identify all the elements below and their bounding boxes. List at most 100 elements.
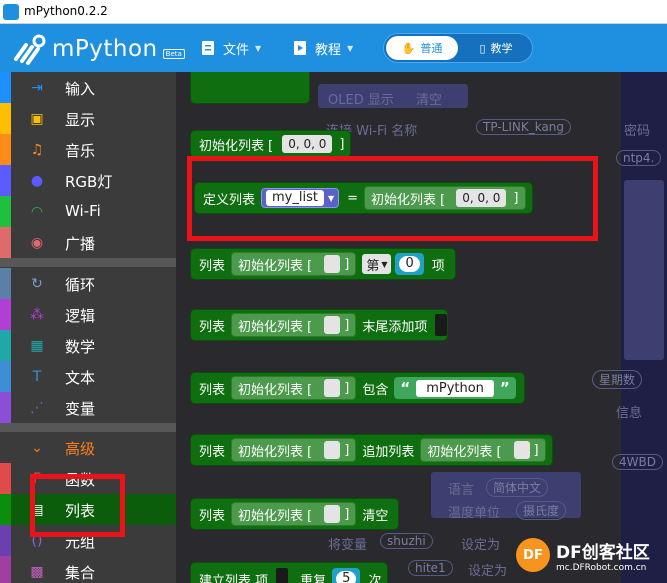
list-append-block[interactable]: 列表 初始化列表 [ ] 末尾添加项 [190, 309, 449, 341]
book-icon: ▯ [479, 41, 486, 55]
repeat-label: 重复 [300, 573, 327, 583]
inner-init-list-label: 初始化列表 [ [427, 444, 502, 460]
category-label: 数学 [65, 338, 96, 356]
inner-init-list-label: 初始化列表 [ [238, 508, 313, 524]
blockly-workspace[interactable]: OLED 显示 清空 连接 Wi-Fi 名称 TP-LINK_kang 密码 n… [176, 72, 667, 583]
init-list-label: 初始化列表 [ [199, 138, 274, 154]
close-bracket: ] [339, 136, 345, 152]
repeat-number-value[interactable]: 5 [336, 571, 357, 583]
bg-oled-clear: 清空 [416, 93, 443, 108]
category-set[interactable]: ▩ 集合 [0, 556, 176, 583]
category-label: 变量 [65, 400, 96, 418]
close-bracket: ] [344, 256, 350, 272]
build-list-block[interactable]: 建立列表 项 重复 5 次 [190, 562, 389, 583]
list-contains-block[interactable]: 列表 初始化列表 [ ] 包含 “ mPython ” [190, 372, 525, 404]
init-list-inner-block[interactable]: 初始化列表 [ ] [231, 252, 357, 276]
list-label: 列表 [199, 508, 226, 524]
math-icon: ▦ [30, 337, 44, 354]
highlight-box-list-category [30, 474, 125, 537]
category-color-strip [0, 463, 11, 494]
list-clear-block[interactable]: 列表 初始化列表 [ ] 清空 [190, 498, 400, 530]
file-menu[interactable]: 文件 ▼ [201, 37, 261, 59]
mode-teach-button[interactable]: ▯ 教学 [462, 36, 530, 60]
category-color-strip [0, 494, 11, 525]
category-music[interactable]: ♫ 音乐 [0, 134, 176, 165]
close-bracket: ] [344, 380, 350, 396]
app-icon [3, 4, 19, 20]
init-list-inner-block[interactable]: 初始化列表 [ ] [231, 438, 357, 462]
close-bracket: ] [344, 442, 350, 458]
repeat-number-block[interactable]: 5 [332, 568, 361, 583]
beta-badge: Beta [162, 49, 185, 59]
file-caret-icon: ▼ [255, 43, 262, 53]
dropdown-caret-icon: ▼ [381, 259, 388, 269]
category-broadcast[interactable]: ◉ 广播 [0, 227, 176, 258]
close-bracket: ] [533, 442, 539, 458]
category-input[interactable]: ⇥ 输入 [0, 72, 176, 103]
empty-values-field[interactable] [324, 441, 341, 459]
category-display[interactable]: ▣ 显示 [0, 103, 176, 134]
clear-label: 清空 [362, 508, 389, 524]
mode-toggle[interactable]: ✋ 普通 ▯ 教学 [383, 33, 533, 63]
init-list-inner-block[interactable]: 初始化列表 [ ] [231, 502, 357, 526]
empty-values-field[interactable] [513, 441, 530, 459]
list-label: 列表 [199, 444, 226, 460]
mode-normal-button[interactable]: ✋ 普通 [386, 36, 458, 60]
bg-weather-block [624, 180, 664, 360]
index-dropdown[interactable]: 第 ▼ [362, 254, 392, 274]
bg-assign-var: shuzhi [380, 533, 433, 549]
inner-init-list-label: 初始化列表 [ [238, 319, 313, 335]
string-block[interactable]: “ mPython ” [394, 377, 516, 399]
broadcast-icon: ◉ [30, 234, 44, 251]
mode-teach-label: 教学 [490, 42, 513, 55]
chevron-down-icon: ⌄ [31, 439, 43, 456]
category-label: RGB灯 [65, 173, 113, 191]
init-list-block[interactable]: 初始化列表 [ 0, 0, 0 ] [190, 130, 352, 158]
init-list-inner-block[interactable]: 初始化列表 [ ] [231, 376, 357, 400]
category-text[interactable]: T 文本 [0, 361, 176, 392]
bg-assign-to-2: 设定为 [468, 564, 508, 579]
category-logic[interactable]: ⁂ 逻辑 [0, 299, 176, 330]
empty-values-field[interactable] [324, 505, 341, 523]
item-label: 项 [431, 258, 445, 274]
list-get-item-block[interactable]: 列表 初始化列表 [ ] 第 ▼ 0 项 [190, 248, 456, 280]
watermark-sub: mc.DFRobot.com.cn [556, 562, 647, 573]
init-list-inner-block-2[interactable]: 初始化列表 [ ] [420, 438, 546, 462]
category-variable[interactable]: ⋰ 变量 [0, 392, 176, 423]
category-math[interactable]: ▦ 数学 [0, 330, 176, 361]
mode-normal-label: 普通 [420, 42, 443, 55]
build-list-label: 建立列表 项 [199, 573, 269, 583]
partial-block[interactable] [190, 72, 310, 104]
category-label: 高级 [65, 440, 96, 458]
logo-text: mPython [52, 36, 158, 62]
category-label: 输入 [65, 80, 96, 98]
empty-values-field[interactable] [324, 255, 341, 273]
category-wifi[interactable]: ◠ Wi-Fi [0, 196, 176, 227]
category-label: 音乐 [65, 142, 96, 160]
close-bracket: ] [344, 317, 350, 333]
text-icon: T [32, 368, 42, 385]
tutorial-menu[interactable]: 教程 ▼ [293, 37, 353, 59]
string-value[interactable]: mPython [416, 379, 494, 397]
index-number-block[interactable]: 0 [395, 253, 424, 275]
tutorial-menu-label: 教程 [315, 42, 342, 58]
list-label: 列表 [199, 258, 226, 274]
empty-values-field[interactable] [324, 316, 341, 334]
list-extend-block[interactable]: 列表 初始化列表 [ ] 追加列表 初始化列表 [ ] [190, 434, 553, 466]
highlight-box-define-list [187, 156, 598, 241]
category-advanced[interactable]: ⌄ 高级 [0, 432, 176, 463]
category-label: 循环 [65, 276, 96, 294]
category-color-strip [0, 268, 11, 299]
hand-icon: ✋ [401, 41, 416, 55]
category-rgb[interactable]: ● RGB灯 [0, 165, 176, 196]
empty-values-field[interactable] [324, 379, 341, 397]
category-loop[interactable]: ↻ 循环 [0, 268, 176, 299]
value-socket [435, 314, 448, 336]
bg-weekday: 星期数 [592, 370, 643, 389]
index-number-value[interactable]: 0 [399, 256, 420, 272]
watermark-main: DF创客社区 [556, 542, 650, 563]
tutorial-icon [294, 41, 306, 55]
category-color-strip [0, 556, 11, 583]
init-list-values-field[interactable]: 0, 0, 0 [282, 135, 333, 153]
init-list-inner-block[interactable]: 初始化列表 [ ] [231, 313, 357, 337]
